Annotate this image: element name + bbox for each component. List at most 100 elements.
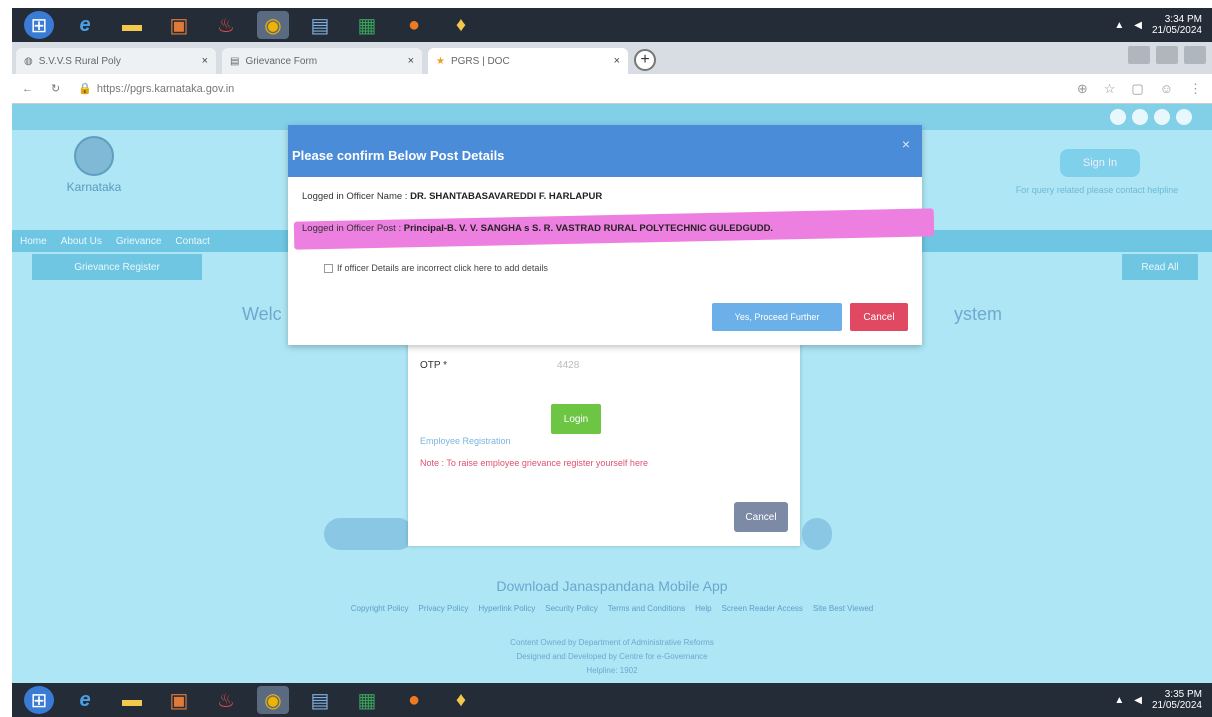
screen: ⊞ e ▬ ▣ ♨ ◉ ▤ ▦ ● ♦ ▲ ◀ 3:34 PM 21/05/20… [0,0,1212,717]
url-field[interactable]: 🔒 https://pgrs.karnataka.gov.in [78,82,234,96]
nav-item-home[interactable]: Home [20,236,47,247]
footer-link[interactable]: Screen Reader Access [722,604,803,613]
signin-button[interactable]: Sign In [1060,149,1140,177]
translate-icon[interactable]: ⊕ [1077,81,1088,97]
twitter-icon[interactable] [1132,109,1148,125]
media-icon[interactable]: ▣ [163,11,195,39]
login-button[interactable]: Login [551,404,601,434]
taskbar-bottom: ⊞ e ▬ ▣ ♨ ◉ ▤ ▦ ● ♦ ▲ ◀ 3:35 PM 21/05/20… [12,683,1212,717]
new-tab-button[interactable]: + [634,49,656,71]
folder-icon[interactable]: ▬ [116,686,148,714]
site-logo[interactable]: Karnataka [44,136,144,216]
footer-link[interactable]: Hyperlink Policy [478,604,535,613]
window-controls [1128,46,1206,64]
clock[interactable]: 3:35 PM 21/05/2024 [1152,689,1202,711]
youtube-icon[interactable] [1154,109,1170,125]
minimize-button[interactable] [1128,46,1150,64]
back-icon[interactable]: ← [22,83,33,95]
footer-link[interactable]: Security Policy [545,604,597,613]
registration-note: Note : To raise employee grievance regis… [420,458,648,468]
grievance-register-tab[interactable]: Grievance Register [32,254,202,280]
close-window-button[interactable] [1184,46,1206,64]
otp-label: OTP * [420,360,448,371]
background-button-left [324,518,414,550]
app-icon[interactable]: ♦ [445,686,477,714]
emblem-icon [74,136,114,176]
bookmark-icon[interactable]: ☆ [1104,81,1116,97]
login-panel: OTP * 4428 Login Employee Registration N… [408,340,800,546]
system-tray: ▲ ◀ 3:35 PM 21/05/2024 [1114,689,1212,711]
firefox-icon[interactable]: ● [398,686,430,714]
maximize-button[interactable] [1156,46,1178,64]
close-icon[interactable]: × [902,136,918,152]
employee-registration-link[interactable]: Employee Registration [420,436,511,446]
tab-strip: ◍ S.V.V.S Rural Poly × ▤ Grievance Form … [12,42,1212,74]
download-app-link[interactable]: Download Janaspandana Mobile App [12,578,1212,594]
footer-link[interactable]: Copyright Policy [351,604,409,613]
incorrect-details-option[interactable]: If officer Details are incorrect click h… [324,263,548,274]
menu-icon[interactable]: ⋮ [1189,81,1202,97]
system-tray: ▲ ◀ 3:34 PM 21/05/2024 [1114,14,1212,36]
star-icon: ★ [436,55,445,67]
nav-item-about[interactable]: About Us [61,236,102,247]
profile-icon[interactable]: ☺ [1160,81,1173,97]
facebook-icon[interactable] [1110,109,1126,125]
chrome-icon[interactable]: ◉ [257,11,289,39]
otp-input[interactable]: 4428 [557,360,579,371]
officer-name-line: Logged in Officer Name : DR. SHANTABASAV… [302,191,603,202]
checkbox[interactable] [324,264,333,274]
modal-title: Please confirm Below Post Details [292,147,505,163]
globe-icon: ◍ [24,55,33,67]
volume-icon[interactable]: ◀ [1134,695,1142,706]
instagram-icon[interactable] [1176,109,1192,125]
notes-icon[interactable]: ▤ [304,686,336,714]
proceed-button[interactable]: Yes, Proceed Further [712,303,842,331]
clock[interactable]: 3:34 PM 21/05/2024 [1152,14,1202,36]
close-tab-icon[interactable]: × [614,55,620,67]
ie-icon[interactable]: e [69,11,101,39]
excel-icon[interactable]: ▦ [351,11,383,39]
tab-rural-poly[interactable]: ◍ S.V.V.S Rural Poly × [16,48,216,74]
officer-post: Principal-B. V. V. SANGHA s S. R. VASTRA… [403,223,774,234]
volume-icon[interactable]: ◀ [1134,20,1142,31]
footer-link[interactable]: Site Best Viewed [813,604,873,613]
confirm-post-modal: Please confirm Below Post Details × Logg… [288,125,935,345]
paint-icon[interactable]: ♨ [210,11,242,39]
address-bar: ← ↻ 🔒 https://pgrs.karnataka.gov.in ⊕ ☆ … [12,74,1212,104]
footer-link[interactable]: Help [695,604,711,613]
helpline-text: For query related please contact helplin… [1015,185,1179,195]
nav-item-grievance[interactable]: Grievance [116,236,162,247]
nav-item-contact[interactable]: Contact [175,236,209,247]
read-all-button[interactable]: Read All [1122,254,1198,280]
excel-icon[interactable]: ▦ [351,686,383,714]
footer-link[interactable]: Terms and Conditions [608,604,685,613]
taskbar-top: ⊞ e ▬ ▣ ♨ ◉ ▤ ▦ ● ♦ ▲ ◀ 3:34 PM 21/05/20… [12,8,1212,42]
reload-icon[interactable]: ↻ [51,82,60,95]
media-icon[interactable]: ▣ [163,686,195,714]
footer-credits: Content Owned by Department of Administr… [510,638,714,675]
cancel-button[interactable]: Cancel [850,303,908,331]
network-icon[interactable]: ▲ [1114,20,1124,31]
footer-link[interactable]: Privacy Policy [419,604,469,613]
chrome-icon[interactable]: ◉ [257,686,289,714]
start-icon[interactable]: ⊞ [24,11,54,39]
otp-row: OTP * 4428 [420,360,579,371]
close-tab-icon[interactable]: × [408,55,414,67]
ie-icon[interactable]: e [69,686,101,714]
close-tab-icon[interactable]: × [202,55,208,67]
paint-icon[interactable]: ♨ [210,686,242,714]
login-cancel-button[interactable]: Cancel [734,502,788,532]
officer-name: DR. SHANTABASAVAREDDI F. HARLAPUR [410,191,603,202]
tab-grievance-form[interactable]: ▤ Grievance Form × [222,48,422,74]
lock-icon: 🔒 [78,83,92,95]
folder-icon[interactable]: ▬ [116,11,148,39]
notes-icon[interactable]: ▤ [304,11,336,39]
start-icon[interactable]: ⊞ [24,686,54,714]
tab-pgrs[interactable]: ★ PGRS | DOC × [428,48,628,74]
firefox-icon[interactable]: ● [398,11,430,39]
form-icon: ▤ [230,55,240,67]
app-icon[interactable]: ♦ [445,11,477,39]
extension-icon[interactable]: ▢ [1131,81,1143,97]
social-links [1110,109,1192,125]
network-icon[interactable]: ▲ [1114,695,1124,706]
